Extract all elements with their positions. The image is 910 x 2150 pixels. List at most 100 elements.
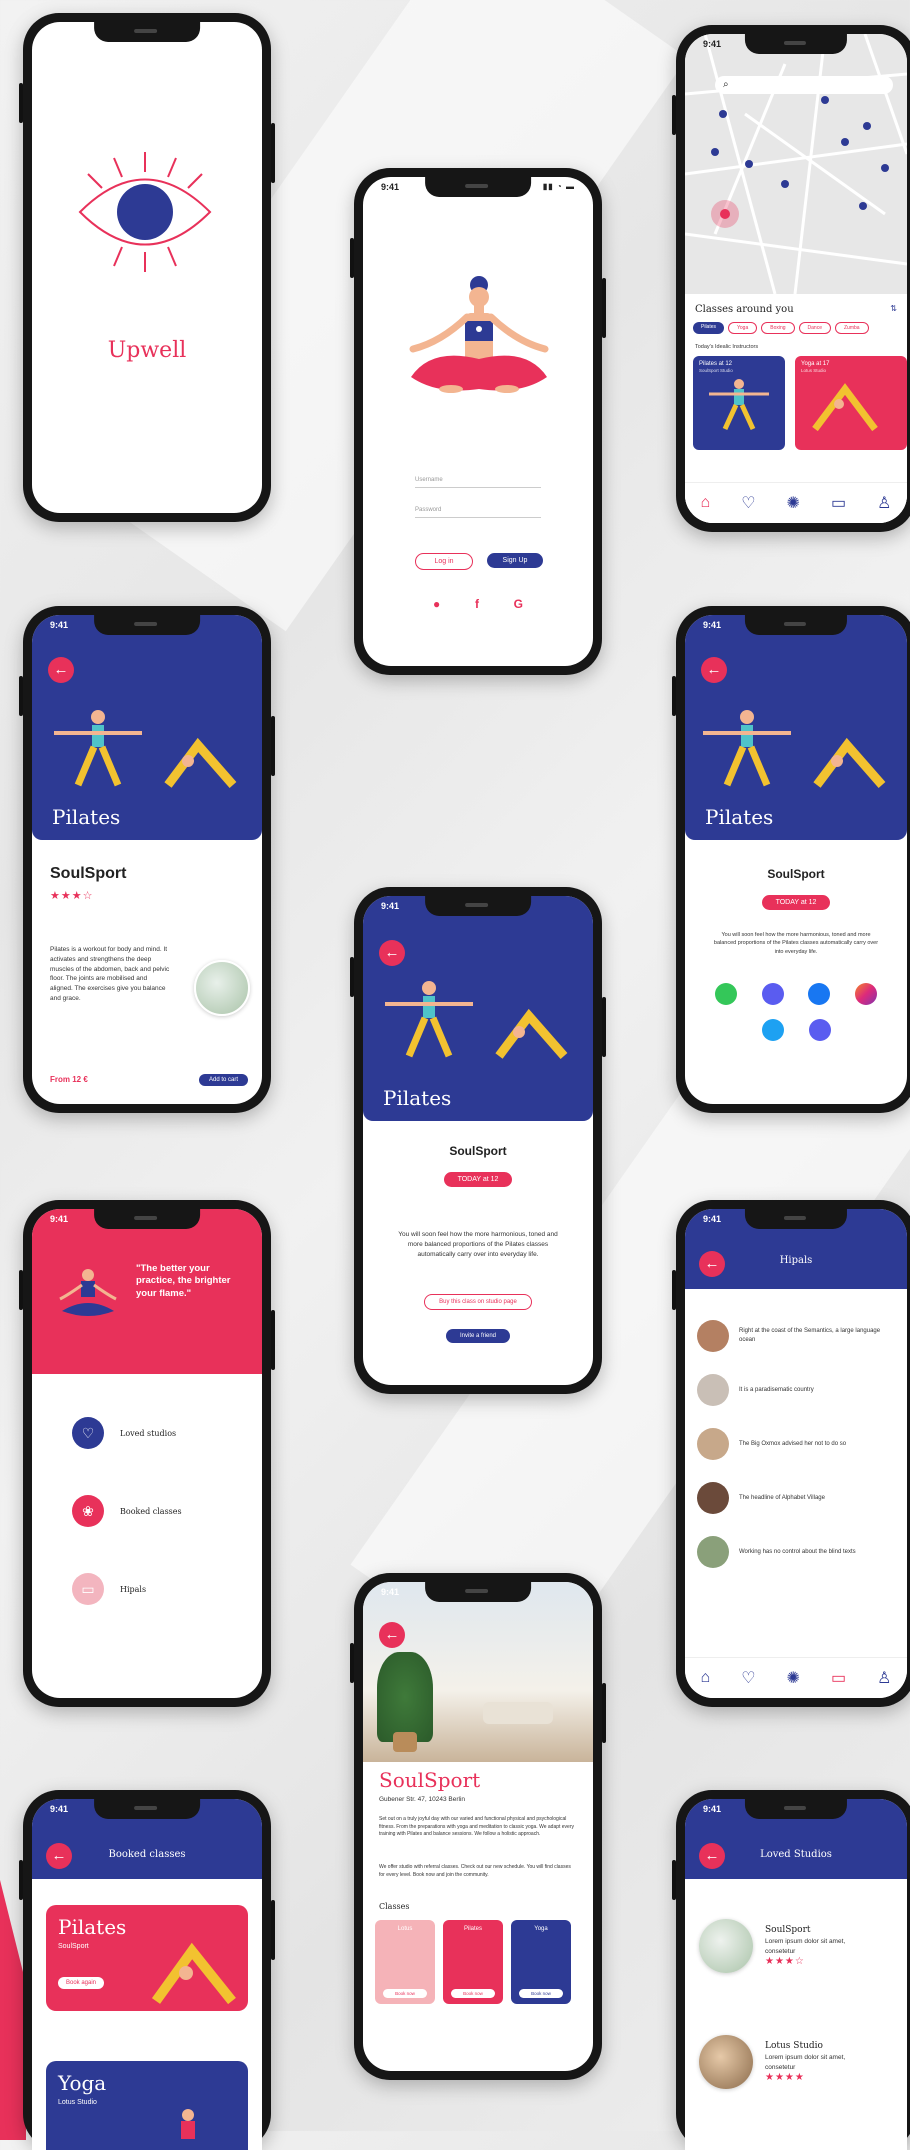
- back-button[interactable]: ←: [379, 940, 405, 966]
- chat-row[interactable]: The headline of Alphabet Village: [697, 1471, 897, 1525]
- search-bar[interactable]: ⌕: [715, 76, 893, 94]
- studio-row[interactable]: Lotus Studio Lorem ipsum dolor sit amet,…: [699, 2035, 897, 2089]
- heart-icon: ♡: [72, 1417, 104, 1449]
- book-again-button[interactable]: Book again: [58, 1977, 105, 1989]
- filter-chip[interactable]: Zumba: [834, 322, 869, 334]
- yoga-figure-illustration: [812, 383, 878, 432]
- message-preview: It is a paradisematic country: [739, 1386, 814, 1393]
- add-to-cart-button[interactable]: Add to cart: [198, 1074, 248, 1086]
- back-button[interactable]: ←: [379, 1622, 405, 1648]
- studio-name: SoulSport: [767, 867, 825, 881]
- category-title: Pilates: [705, 805, 774, 829]
- filter-chip[interactable]: Pilates: [693, 322, 725, 334]
- profile-icon[interactable]: ♙: [877, 1668, 891, 1688]
- chat-icon[interactable]: ▭: [831, 1668, 846, 1688]
- facebook-icon[interactable]: [808, 983, 831, 1005]
- menu-item-loved[interactable]: ♡ Loved studios: [72, 1417, 176, 1449]
- share-screen: 9:41 Pilates ← SoulSport TODAY at 12 You…: [685, 615, 907, 1104]
- login-button[interactable]: Log in: [415, 553, 473, 570]
- filter-chip[interactable]: Boxing: [761, 322, 795, 334]
- filter-chip[interactable]: Dance: [798, 322, 831, 334]
- status-time: 9:41: [50, 620, 69, 630]
- quote-text: "The better your practice, the brighter …: [136, 1263, 231, 1299]
- booked-class-card[interactable]: Pilates SoulSport Book again: [46, 1905, 248, 2011]
- pilates-figure-illustration: [709, 379, 769, 431]
- avatar: [697, 1320, 729, 1352]
- studio-photo: [363, 1582, 593, 1762]
- studio-row[interactable]: SoulSport Lorem ipsum dolor sit amet, co…: [699, 1919, 897, 1973]
- menu-item-hipals[interactable]: ▭ Hipals: [72, 1573, 146, 1605]
- studio-name: SoulSport: [449, 1144, 507, 1158]
- sun-icon[interactable]: ✺: [787, 1668, 800, 1688]
- chat-row[interactable]: It is a paradisematic country: [697, 1363, 897, 1417]
- phone-splash: Upwell: [19, 13, 275, 522]
- class-name: Pilates: [463, 1926, 482, 1932]
- chat-icon[interactable]: ▭: [831, 493, 846, 513]
- chat-row[interactable]: Working has no control about the blind t…: [697, 1525, 897, 1579]
- meditation-illustration: [409, 276, 549, 393]
- studio-name: SoulSport: [58, 1943, 89, 1950]
- phone-booking: 9:41 Pilates ← SoulSport TODAY at 12 You…: [350, 887, 606, 1394]
- back-button[interactable]: ←: [48, 657, 74, 683]
- password-field[interactable]: Password: [415, 507, 541, 518]
- username-field[interactable]: Username: [415, 477, 541, 488]
- bottom-nav: ⌂ ♡ ✺ ▭ ♙: [685, 1657, 907, 1698]
- back-button[interactable]: ←: [701, 657, 727, 683]
- class-card[interactable]: Pilates at 12 SoulSport Studio: [693, 356, 785, 450]
- book-now-button[interactable]: Book now: [519, 1989, 563, 1998]
- chat-row[interactable]: Right at the coast of the Semantics, a l…: [697, 1309, 897, 1363]
- book-now-button[interactable]: Book now: [451, 1989, 495, 1998]
- phone-detail: 9:41 Pilates ← SoulSport ★★★☆ Pilates is…: [19, 606, 275, 1113]
- book-now-button[interactable]: Book now: [383, 1989, 427, 1998]
- class-name: Yoga: [534, 1926, 548, 1932]
- messenger-icon[interactable]: [761, 983, 784, 1005]
- time-badge[interactable]: TODAY at 12: [443, 1172, 513, 1187]
- rating-stars: ★★★☆: [765, 1955, 805, 1967]
- class-card[interactable]: Yoga Book now: [511, 1920, 571, 2004]
- menu-item-label: Hipals: [120, 1584, 147, 1594]
- instagram-icon[interactable]: [854, 983, 877, 1005]
- menu-item-booked[interactable]: ❀ Booked classes: [72, 1495, 182, 1527]
- twitter-icon[interactable]: [761, 1019, 784, 1041]
- lotus-icon: ❀: [72, 1495, 104, 1527]
- signup-button[interactable]: Sign Up: [487, 553, 543, 568]
- bottom-nav: ⌂ ♡ ✺ ▭ ♙: [685, 482, 907, 523]
- home-icon[interactable]: ⌂: [701, 494, 711, 512]
- booked-class-card[interactable]: Yoga Lotus Studio: [46, 2061, 248, 2150]
- phone-loved: 9:41 Loved Studios ← SoulSport Lorem ips…: [672, 1790, 910, 2150]
- status-time: 9:41: [50, 1804, 69, 1814]
- class-card[interactable]: Lotus Book now: [375, 1920, 435, 2004]
- heart-icon[interactable]: ♡: [741, 1668, 755, 1688]
- map-view[interactable]: [685, 34, 907, 294]
- home-icon[interactable]: ⌂: [701, 1669, 711, 1687]
- time-badge[interactable]: TODAY at 12: [761, 895, 831, 910]
- description: Pilates is a workout for body and mind. …: [50, 946, 170, 1002]
- back-button[interactable]: ←: [699, 1251, 725, 1277]
- class-card[interactable]: Yoga at 17 Lotus Studio: [795, 356, 907, 450]
- facebook-icon[interactable]: f: [475, 597, 479, 611]
- mail-icon[interactable]: [808, 1019, 831, 1041]
- class-card[interactable]: Pilates Book now: [443, 1920, 503, 2004]
- filter-icon[interactable]: ⇅: [890, 304, 897, 313]
- chat-row[interactable]: The Big Oxmox advised her not to do so: [697, 1417, 897, 1471]
- buy-class-button[interactable]: Buy this class on studio page: [424, 1294, 532, 1310]
- studio-name: SoulSport: [50, 865, 127, 882]
- booked-screen: 9:41 Booked classes ← Pilates SoulSport …: [32, 1799, 262, 2150]
- invite-friend-button[interactable]: Invite a friend: [445, 1329, 511, 1343]
- studio-address: Gubener Str. 47, 10243 Berlin: [379, 1796, 466, 1803]
- back-button[interactable]: ←: [699, 1843, 725, 1869]
- back-button[interactable]: ←: [46, 1843, 72, 1869]
- category-title: Pilates: [52, 805, 121, 829]
- filter-chip[interactable]: Yoga: [728, 322, 758, 334]
- whatsapp-icon[interactable]: [715, 983, 737, 1005]
- detail-screen: 9:41 Pilates ← SoulSport ★★★☆ Pilates is…: [32, 615, 262, 1104]
- google-icon[interactable]: G: [514, 597, 523, 611]
- loved-screen: 9:41 Loved Studios ← SoulSport Lorem ips…: [685, 1799, 907, 2150]
- heart-icon[interactable]: ♡: [741, 493, 755, 513]
- studio-screen: 9:41 ← SoulSport Gubener Str. 47, 10243 …: [363, 1582, 593, 2071]
- sun-icon[interactable]: ✺: [787, 493, 800, 513]
- apple-icon[interactable]: ●: [433, 597, 440, 611]
- studio-thumbnail: [194, 960, 250, 1016]
- profile-icon[interactable]: ♙: [877, 493, 891, 513]
- search-icon: ⌕: [723, 79, 729, 90]
